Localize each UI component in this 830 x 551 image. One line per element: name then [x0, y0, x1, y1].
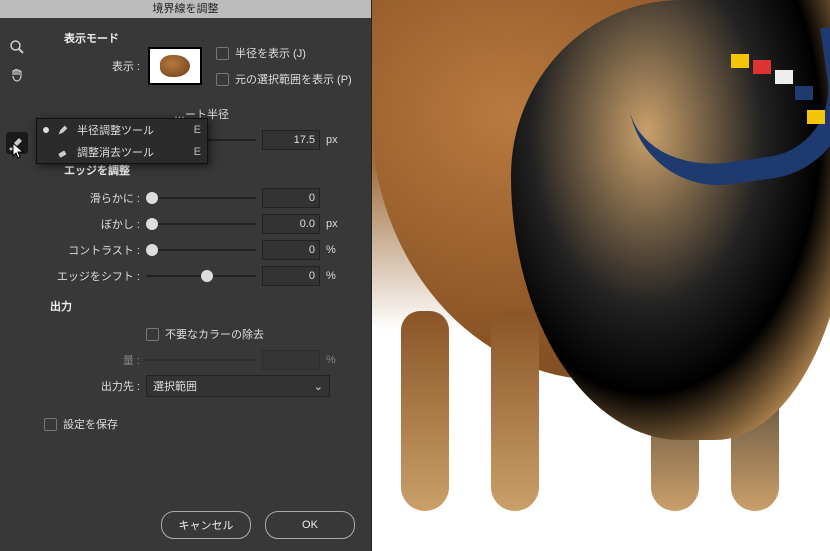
- show-label: 表示: [44, 58, 146, 74]
- flyout-erase-refinements[interactable]: 調整消去ツール E: [37, 141, 207, 163]
- refine-radius-icon: [55, 122, 71, 138]
- flyout-item-label: 半径調整ツール: [77, 122, 154, 138]
- shift-edge-unit: %: [326, 270, 348, 282]
- refine-edge-dialog: 境界線を調整 半径調整ツール E 調整消: [0, 0, 372, 551]
- show-original-label: 元の選択範囲を表示 (P): [235, 71, 352, 87]
- flyout-refine-radius[interactable]: 半径調整ツール E: [37, 119, 207, 141]
- feather-unit: px: [326, 218, 348, 230]
- shift-edge-slider[interactable]: [146, 269, 256, 283]
- amount-unit: %: [326, 354, 348, 366]
- feather-value[interactable]: 0.0: [262, 214, 320, 234]
- view-thumbnail[interactable]: [148, 47, 202, 85]
- contrast-unit: %: [326, 244, 348, 256]
- erase-refinements-icon: [55, 144, 71, 160]
- flyout-item-shortcut: E: [194, 124, 201, 136]
- show-radius-checkbox[interactable]: [216, 47, 229, 60]
- amount-value: [262, 350, 320, 370]
- flyout-item-shortcut: E: [194, 146, 201, 158]
- remember-settings-label: 設定を保存: [63, 416, 118, 432]
- feather-slider[interactable]: [146, 217, 256, 231]
- output-to-value: 選択範囲: [153, 378, 197, 394]
- contrast-label: コントラスト: [44, 242, 146, 258]
- contrast-slider[interactable]: [146, 243, 256, 257]
- smooth-slider[interactable]: [146, 191, 256, 205]
- shift-edge-label: エッジをシフト: [44, 268, 146, 284]
- show-original-checkbox[interactable]: [216, 73, 229, 86]
- ok-button[interactable]: OK: [265, 511, 355, 539]
- output-to-label: 出力先: [44, 378, 146, 394]
- output-heading: 出力: [50, 298, 359, 314]
- feather-label: ぼかし: [44, 216, 146, 232]
- adjust-edge-heading: エッジを調整: [64, 162, 359, 178]
- hand-tool[interactable]: [6, 64, 28, 86]
- decontaminate-checkbox[interactable]: [146, 328, 159, 341]
- amount-label: 量: [44, 352, 146, 368]
- flyout-item-label: 調整消去ツール: [77, 144, 154, 160]
- radius-unit: px: [326, 134, 348, 146]
- output-to-select[interactable]: 選択範囲 ⌄: [146, 375, 330, 397]
- radius-value[interactable]: 17.5: [262, 130, 320, 150]
- zoom-tool[interactable]: [6, 36, 28, 58]
- brush-tool-flyout: 半径調整ツール E 調整消去ツール E: [36, 118, 208, 164]
- smooth-label: 滑らかに: [44, 190, 146, 206]
- canvas-preview: [371, 0, 830, 551]
- chevron-down-icon: ⌄: [314, 380, 323, 393]
- shift-edge-value[interactable]: 0: [262, 266, 320, 286]
- amount-slider: [146, 353, 256, 367]
- smooth-value[interactable]: 0: [262, 188, 320, 208]
- contrast-value[interactable]: 0: [262, 240, 320, 260]
- remember-settings-checkbox[interactable]: [44, 418, 57, 431]
- dialog-title: 境界線を調整: [0, 0, 371, 18]
- show-radius-label: 半径を表示 (J): [235, 45, 306, 61]
- cancel-button[interactable]: キャンセル: [161, 511, 251, 539]
- decontaminate-label: 不要なカラーの除去: [165, 326, 264, 342]
- refine-brush-tool[interactable]: [6, 132, 28, 154]
